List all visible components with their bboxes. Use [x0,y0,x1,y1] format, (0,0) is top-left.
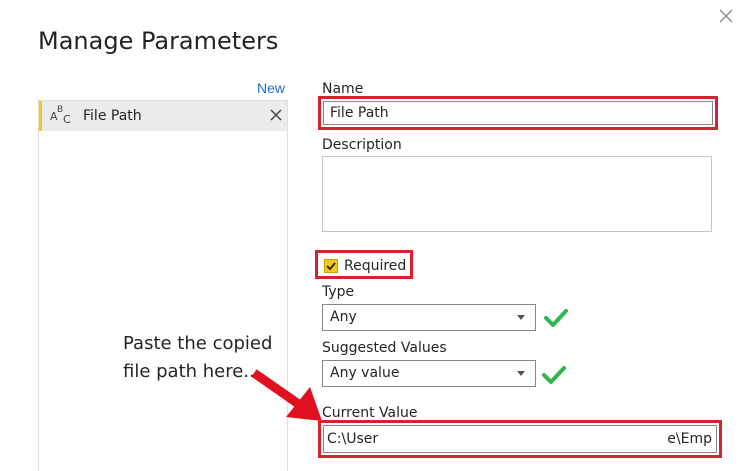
name-label: Name [322,81,364,97]
current-value-text-start: C:\User [327,431,379,447]
green-check-icon [544,309,568,327]
dialog-title: Manage Parameters [38,27,279,55]
suggested-values-select[interactable]: Any value [322,360,536,387]
chevron-down-icon [517,315,525,320]
current-value-label: Current Value [322,405,418,421]
type-select-value: Any [330,309,357,325]
red-arrow-icon [251,369,322,421]
current-value-text-end: e\Emp [667,431,712,447]
close-icon[interactable] [716,6,736,26]
required-label: Required [344,258,407,274]
abc-text-type-icon: A B C [50,105,71,126]
chevron-down-icon [517,371,525,376]
parameter-list-item[interactable]: A B C File Path [39,101,287,131]
name-input[interactable]: File Path [323,101,713,125]
description-textarea[interactable] [322,156,712,232]
remove-icon[interactable] [269,108,283,122]
description-label: Description [322,137,402,153]
type-label: Type [322,284,355,300]
suggested-values-select-value: Any value [330,365,400,381]
green-check-icon [542,366,566,384]
suggested-values-label: Suggested Values [322,340,447,356]
current-value-input[interactable]: C:\User e\Emp [323,425,717,453]
type-select[interactable]: Any [322,304,536,331]
required-checkbox[interactable] [324,259,338,273]
checkmark-icon [326,262,336,271]
parameter-name-label: File Path [83,108,142,124]
annotation-line-1: Paste the copied [123,333,273,354]
new-parameter-link[interactable]: New [257,80,285,96]
manage-parameters-dialog: Manage Parameters New A B C File Path Na… [0,0,751,471]
